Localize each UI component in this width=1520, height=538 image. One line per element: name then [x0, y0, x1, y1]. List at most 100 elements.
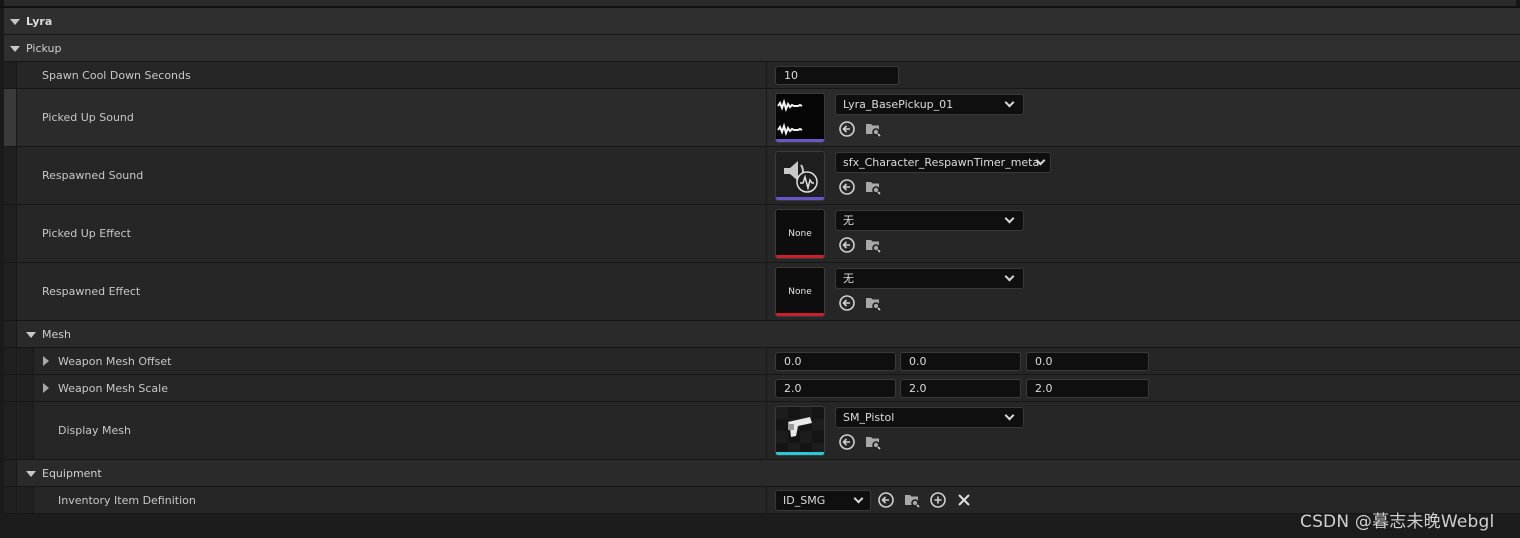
column-divider[interactable] [766, 147, 767, 204]
chevron-down-icon [1004, 213, 1015, 224]
property-inventory-item-definition: Inventory Item Definition ID_SMG [4, 487, 1520, 514]
asset-thumbnail[interactable]: None [775, 209, 825, 259]
expand-arrow-icon[interactable] [43, 356, 49, 366]
category-label: Mesh [42, 328, 71, 341]
column-divider[interactable] [766, 62, 767, 88]
asset-name: sfx_Character_RespawnTimer_meta [843, 156, 1040, 169]
property-label: Respawned Effect [42, 285, 141, 298]
property-label: Respawned Sound [42, 169, 144, 182]
property-label: Inventory Item Definition [58, 494, 196, 507]
indent-bar [18, 487, 34, 513]
chevron-down-icon [1004, 97, 1015, 108]
property-label: Picked Up Effect [42, 227, 131, 240]
property-display-mesh: Display Mesh SM_Pistol [4, 402, 1520, 460]
scale-y-input[interactable]: 2.0 [900, 379, 1021, 398]
add-new-icon[interactable] [929, 491, 947, 509]
browse-folder-icon[interactable] [864, 294, 882, 312]
collapse-arrow-icon[interactable] [10, 19, 20, 25]
indent-bar [4, 147, 17, 204]
collapse-arrow-icon[interactable] [26, 332, 36, 338]
collapse-arrow-icon[interactable] [10, 46, 20, 52]
use-selected-icon[interactable] [838, 120, 856, 138]
property-respawned-sound: Respawned Sound sfx_Character_RespawnTim… [4, 147, 1520, 205]
column-divider[interactable] [766, 375, 767, 401]
category-label: Pickup [26, 42, 62, 55]
use-selected-icon[interactable] [838, 433, 856, 451]
browse-folder-icon[interactable] [864, 178, 882, 196]
indent-bar [4, 62, 17, 88]
column-divider[interactable] [766, 263, 767, 320]
asset-type-bar [776, 452, 824, 455]
collapse-arrow-icon[interactable] [26, 471, 36, 477]
scale-z-input[interactable]: 2.0 [1026, 379, 1149, 398]
static-mesh-pistol-icon [776, 407, 824, 455]
browse-folder-icon[interactable] [864, 236, 882, 254]
scale-x-input[interactable]: 2.0 [775, 379, 896, 398]
category-label: Equipment [42, 467, 102, 480]
use-selected-icon[interactable] [877, 491, 895, 509]
column-divider[interactable] [766, 402, 767, 459]
thumbnail-none-label: None [788, 287, 812, 297]
property-weapon-mesh-scale: Weapon Mesh Scale 2.0 2.0 2.0 [4, 375, 1520, 402]
asset-picker-combo[interactable]: 无 [835, 210, 1024, 231]
asset-type-bar [776, 255, 824, 258]
use-selected-icon[interactable] [838, 294, 856, 312]
class-picker-combo[interactable]: ID_SMG [775, 490, 871, 511]
column-divider[interactable] [766, 487, 767, 513]
offset-x-input[interactable]: 0.0 [775, 352, 896, 371]
asset-name: Lyra_BasePickup_01 [843, 98, 954, 111]
asset-thumbnail[interactable] [775, 93, 825, 143]
property-picked-up-effect: Picked Up Effect None 无 [4, 205, 1520, 263]
offset-z-input[interactable]: 0.0 [1026, 352, 1149, 371]
category-pickup[interactable]: Pickup [4, 35, 1520, 62]
column-divider[interactable] [766, 205, 767, 262]
asset-picker-combo[interactable]: SM_Pistol [835, 407, 1024, 428]
watermark-text: CSDN @暮志未晚Webgl [1300, 512, 1495, 532]
browse-folder-icon[interactable] [864, 120, 882, 138]
indent-bar [4, 321, 17, 347]
asset-name: 无 [843, 214, 854, 227]
asset-thumbnail[interactable]: None [775, 267, 825, 317]
top-strip [0, 0, 1520, 8]
asset-thumbnail[interactable] [775, 151, 825, 201]
property-weapon-mesh-offset: Weapon Mesh Offset 0.0 0.0 0.0 [4, 348, 1520, 375]
clear-icon[interactable] [955, 491, 973, 509]
property-label: Weapon Mesh Scale [58, 382, 168, 395]
spawn-cooldown-input[interactable]: 10 [775, 66, 899, 85]
column-divider[interactable] [766, 348, 767, 374]
property-picked-up-sound: Picked Up Sound Lyra_BasePickup_01 [4, 89, 1520, 147]
asset-name: SM_Pistol [843, 411, 895, 424]
indent-bar [18, 375, 34, 401]
category-equipment[interactable]: Equipment [4, 460, 1520, 487]
asset-picker-combo[interactable]: sfx_Character_RespawnTimer_meta [835, 152, 1051, 173]
use-selected-icon[interactable] [838, 236, 856, 254]
asset-type-bar [776, 197, 824, 200]
property-label: Display Mesh [58, 424, 132, 437]
chevron-down-icon [853, 493, 864, 504]
asset-picker-combo[interactable]: 无 [835, 268, 1024, 289]
offset-y-input[interactable]: 0.0 [900, 352, 1021, 371]
use-selected-icon[interactable] [838, 178, 856, 196]
indent-bar [4, 348, 17, 374]
asset-name: 无 [843, 272, 854, 285]
property-respawned-effect: Respawned Effect None 无 [4, 263, 1520, 321]
thumbnail-none-label: None [788, 229, 812, 239]
property-label: Spawn Cool Down Seconds [42, 69, 191, 82]
top-strip-inner [4, 0, 1516, 6]
asset-picker-combo[interactable]: Lyra_BasePickup_01 [835, 94, 1024, 115]
waveform-icon [776, 94, 824, 142]
browse-folder-icon[interactable] [903, 491, 921, 509]
asset-thumbnail[interactable] [775, 406, 825, 456]
chevron-down-icon [1004, 410, 1015, 421]
asset-type-bar [776, 139, 824, 142]
expand-arrow-icon[interactable] [43, 383, 49, 393]
category-lyra[interactable]: Lyra [4, 8, 1520, 35]
column-divider[interactable] [766, 89, 767, 146]
chevron-down-icon [1004, 271, 1015, 282]
browse-folder-icon[interactable] [864, 433, 882, 451]
class-name: ID_SMG [783, 494, 826, 507]
property-spawn-cool-down-seconds: Spawn Cool Down Seconds 10 [4, 62, 1520, 89]
bottom-area [0, 514, 1520, 538]
indent-bar [4, 487, 17, 513]
category-mesh[interactable]: Mesh [4, 321, 1520, 348]
